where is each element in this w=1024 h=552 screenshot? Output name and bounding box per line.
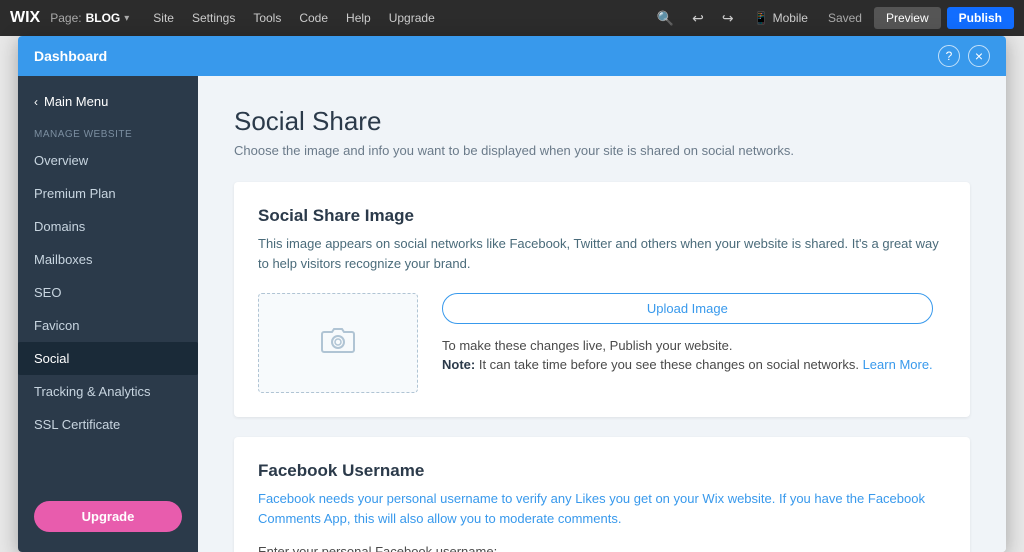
nav-site[interactable]: Site <box>145 7 182 29</box>
upgrade-button[interactable]: Upgrade <box>34 501 182 532</box>
image-card-desc: This image appears on social networks li… <box>258 234 946 273</box>
sidebar-item-overview[interactable]: Overview <box>18 144 198 177</box>
modal: Dashboard ? × ‹ Main Menu MANAGE WEBSITE… <box>18 36 1006 552</box>
page-title: Social Share <box>234 106 970 137</box>
back-arrow-icon: ‹ <box>34 95 38 109</box>
social-share-image-card: Social Share Image This image appears on… <box>234 182 970 417</box>
facebook-username-card: Facebook Username Facebook needs your pe… <box>234 437 970 552</box>
sidebar-item-ssl[interactable]: SSL Certificate <box>18 408 198 441</box>
image-upload-row: Upload Image To make these changes live,… <box>258 293 946 393</box>
saved-status: Saved <box>822 7 868 29</box>
upload-actions: Upload Image To make these changes live,… <box>442 293 933 372</box>
redo-icon[interactable]: ↪ <box>716 6 740 31</box>
page-name: BLOG <box>86 11 121 25</box>
sidebar-item-social[interactable]: Social <box>18 342 198 375</box>
upload-note: To make these changes live, Publish your… <box>442 338 933 353</box>
modal-header: Dashboard ? × <box>18 36 1006 76</box>
nav-upgrade[interactable]: Upgrade <box>381 7 443 29</box>
nav-help[interactable]: Help <box>338 7 379 29</box>
camera-icon <box>320 325 356 362</box>
sidebar-item-mailboxes[interactable]: Mailboxes <box>18 243 198 276</box>
fb-card-title: Facebook Username <box>258 461 946 481</box>
image-card-title: Social Share Image <box>258 206 946 226</box>
chevron-down-icon[interactable]: ▾ <box>124 13 129 24</box>
wix-logo: WIX <box>10 9 40 27</box>
sidebar-back[interactable]: ‹ Main Menu <box>18 86 198 117</box>
nav-tools[interactable]: Tools <box>245 7 289 29</box>
nav-code[interactable]: Code <box>291 7 336 29</box>
sidebar-item-favicon[interactable]: Favicon <box>18 309 198 342</box>
close-button[interactable]: × <box>968 45 990 67</box>
upload-warning: Note: It can take time before you see th… <box>442 357 933 372</box>
warning-text: It can take time before you see these ch… <box>479 357 859 372</box>
fb-card-desc: Facebook needs your personal username to… <box>258 489 946 528</box>
undo-icon[interactable]: ↩ <box>686 6 710 31</box>
topbar: WIX Page: BLOG ▾ Site Settings Tools Cod… <box>0 0 1024 36</box>
search-icon[interactable]: 🔍 <box>651 6 680 31</box>
page-label: Page: <box>50 11 81 25</box>
upload-image-button[interactable]: Upload Image <box>442 293 933 324</box>
sidebar: ‹ Main Menu MANAGE WEBSITE Overview Prem… <box>18 76 198 552</box>
sidebar-item-premium-plan[interactable]: Premium Plan <box>18 177 198 210</box>
sidebar-upgrade: Upgrade <box>18 485 198 552</box>
warning-prefix: Note: <box>442 357 475 372</box>
sidebar-item-tracking[interactable]: Tracking & Analytics <box>18 375 198 408</box>
preview-button[interactable]: Preview <box>874 7 941 29</box>
modal-body: ‹ Main Menu MANAGE WEBSITE Overview Prem… <box>18 76 1006 552</box>
sidebar-item-seo[interactable]: SEO <box>18 276 198 309</box>
fb-input-label: Enter your personal Facebook username: <box>258 544 946 552</box>
mobile-btn[interactable]: 📱 Mobile <box>746 7 816 29</box>
topbar-nav: Site Settings Tools Code Help Upgrade <box>145 7 442 29</box>
page-subtitle: Choose the image and info you want to be… <box>234 143 970 158</box>
topbar-right: 🔍 ↩ ↪ 📱 Mobile Saved Preview Publish <box>651 6 1014 31</box>
sidebar-section-label: MANAGE WEBSITE <box>18 123 198 144</box>
mobile-label: Mobile <box>773 11 808 25</box>
main-content: Social Share Choose the image and info y… <box>198 76 1006 552</box>
modal-title: Dashboard <box>34 48 107 64</box>
modal-header-actions: ? × <box>938 45 990 67</box>
mobile-icon: 📱 <box>754 11 769 25</box>
help-button[interactable]: ? <box>938 45 960 67</box>
sidebar-back-label: Main Menu <box>44 94 108 109</box>
publish-button[interactable]: Publish <box>947 7 1014 29</box>
sidebar-item-domains[interactable]: Domains <box>18 210 198 243</box>
nav-settings[interactable]: Settings <box>184 7 243 29</box>
image-placeholder <box>258 293 418 393</box>
learn-more-link[interactable]: Learn More. <box>863 357 933 372</box>
